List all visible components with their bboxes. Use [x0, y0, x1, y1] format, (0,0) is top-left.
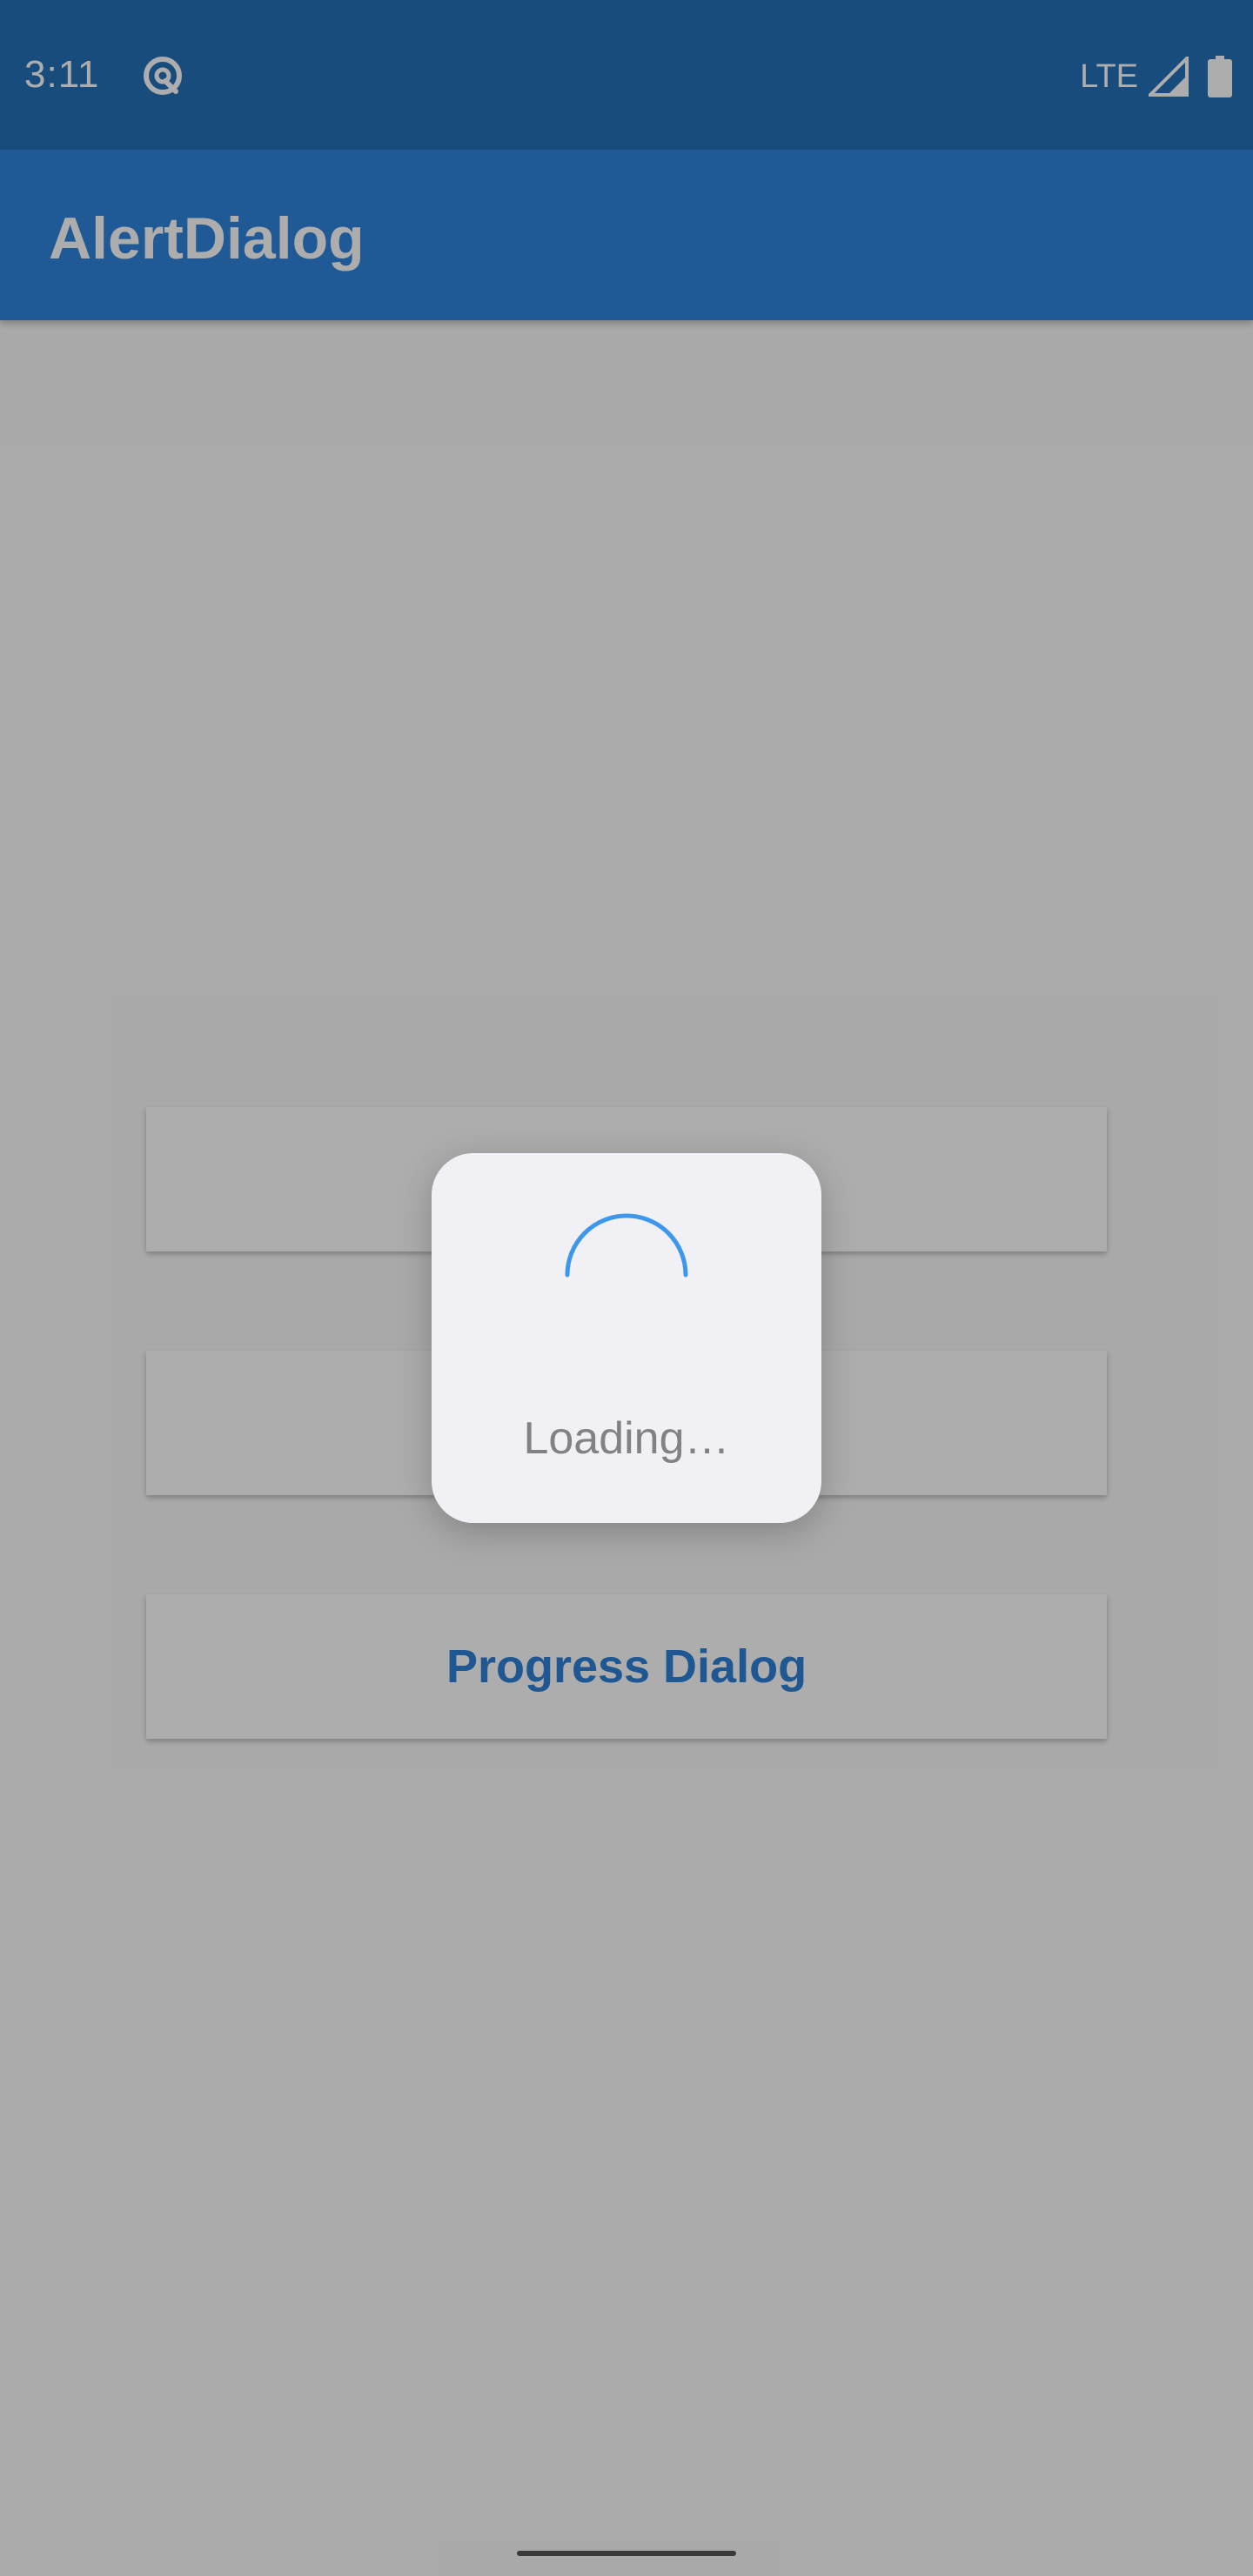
loading-message: Loading… [523, 1413, 730, 1464]
progress-spinner-icon [565, 1213, 688, 1278]
loading-dialog: Loading… [432, 1153, 821, 1523]
screen: 3:11 LTE AlertDialog Progress Dialog Loa… [0, 0, 1253, 2576]
gesture-nav-handle[interactable] [517, 2551, 736, 2556]
